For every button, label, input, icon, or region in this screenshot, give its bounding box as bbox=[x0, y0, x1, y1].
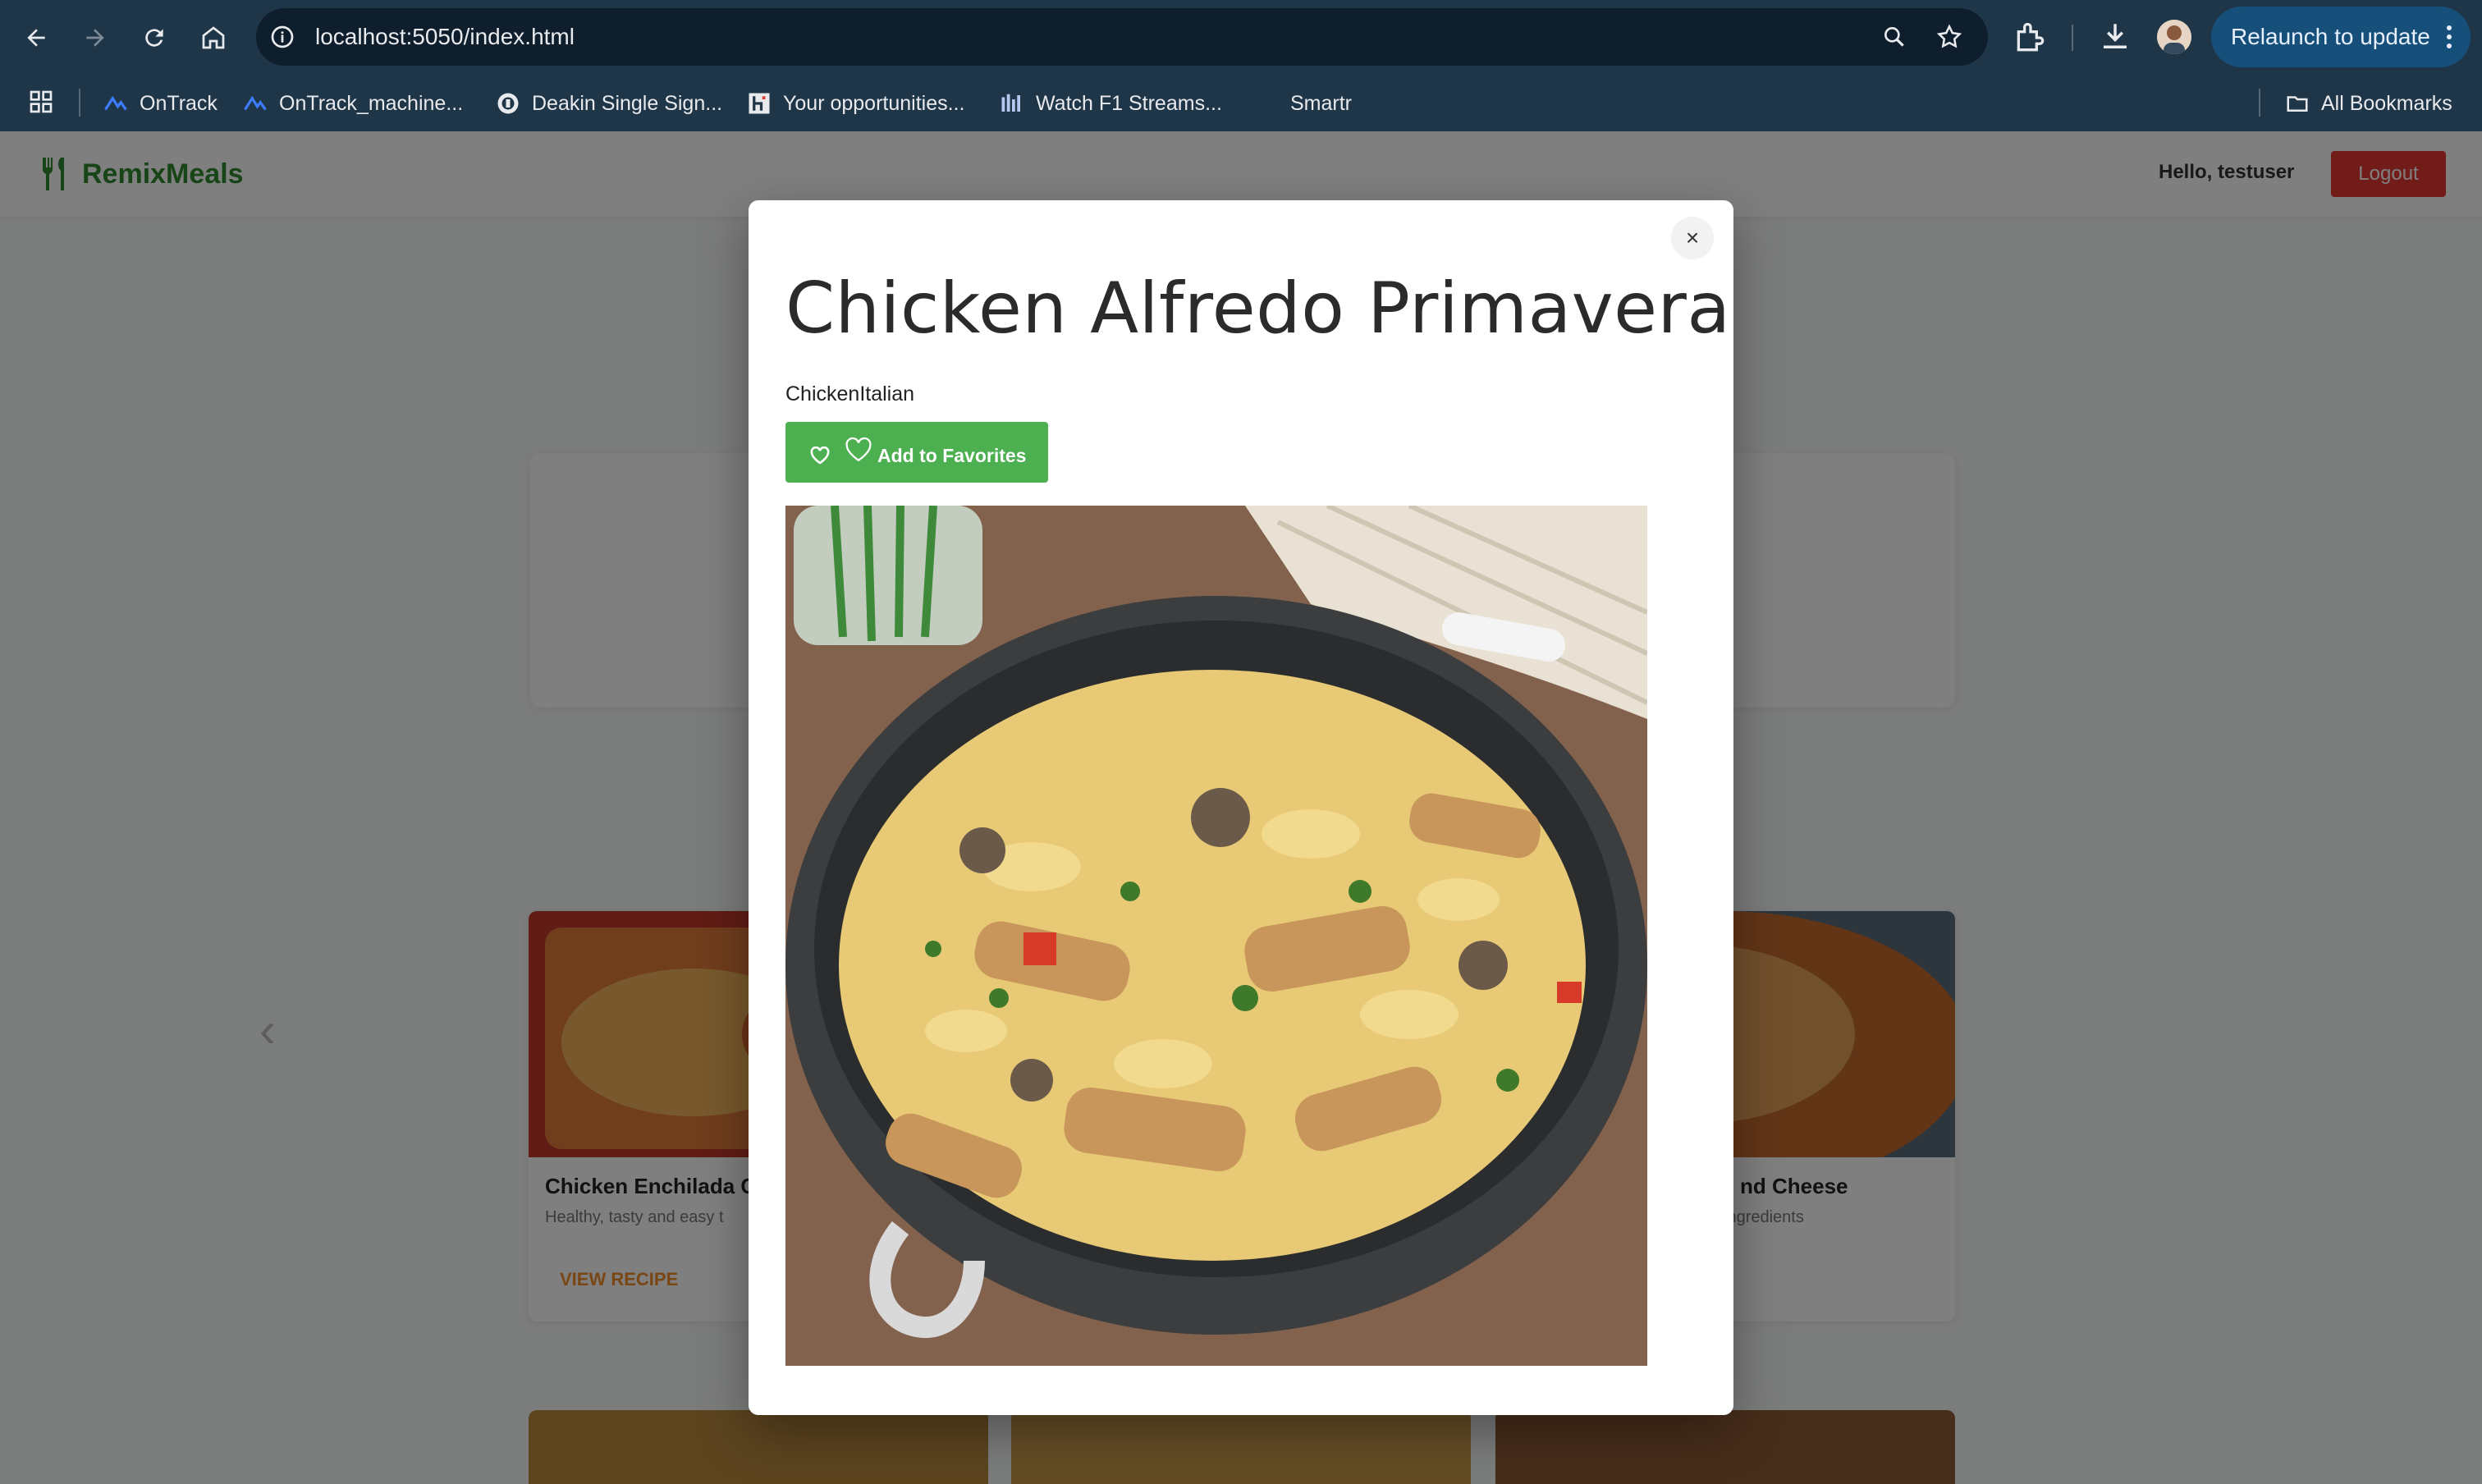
ontrack-icon bbox=[103, 91, 128, 116]
profile-avatar[interactable] bbox=[2157, 20, 2191, 54]
avatar-icon bbox=[2157, 20, 2191, 54]
heart-icon bbox=[810, 447, 830, 465]
forward-button[interactable] bbox=[76, 18, 115, 57]
arrow-right-icon bbox=[86, 29, 104, 47]
arrow-left-icon bbox=[27, 29, 45, 47]
recipe-modal: × Chicken Alfredo Primavera ChickenItali… bbox=[749, 200, 1733, 1415]
bookmark-opportunities[interactable]: Your opportunities... bbox=[747, 89, 964, 118]
favorite-label: Add to Favorites bbox=[877, 445, 1027, 466]
zoom-icon[interactable] bbox=[1881, 24, 1907, 50]
close-button[interactable]: × bbox=[1671, 217, 1714, 259]
bookmark-deakin-sso[interactable]: Deakin Single Sign... bbox=[496, 89, 722, 118]
f1-streams-icon bbox=[1000, 91, 1024, 116]
recipe-title: Chicken Alfredo Primavera bbox=[785, 268, 1731, 350]
bookmarks-bar: OnTrack OnTrack_machine... Deakin Single… bbox=[0, 76, 2482, 131]
toolbar-divider bbox=[2072, 25, 2073, 51]
relaunch-button[interactable]: Relaunch to update bbox=[2211, 7, 2471, 67]
more-menu-icon[interactable] bbox=[2446, 25, 2452, 49]
address-bar[interactable]: localhost:5050/index.html bbox=[256, 8, 1988, 66]
add-to-favorites-button[interactable]: Add to Favorites bbox=[785, 422, 1048, 483]
recipe-tags: ChickenItalian bbox=[785, 382, 915, 405]
extensions-icon[interactable] bbox=[2013, 20, 2049, 56]
download-icon[interactable] bbox=[2098, 20, 2132, 54]
handshake-icon bbox=[747, 91, 772, 116]
bookmark-smartr[interactable]: Smartr bbox=[1290, 89, 1352, 118]
relaunch-label: Relaunch to update bbox=[2231, 24, 2430, 49]
bookmark-star-icon[interactable] bbox=[1935, 23, 1963, 51]
ontrack-icon bbox=[243, 91, 268, 116]
back-button[interactable] bbox=[16, 18, 56, 57]
bookmark-ontrack-machine[interactable]: OnTrack_machine... bbox=[243, 89, 463, 118]
folder-icon bbox=[2285, 91, 2310, 116]
site-info-icon[interactable] bbox=[269, 24, 295, 50]
bookmark-f1-streams[interactable]: Watch F1 Streams... bbox=[1000, 89, 1222, 118]
home-icon bbox=[202, 26, 225, 49]
bookmark-ontrack[interactable]: OnTrack bbox=[103, 89, 218, 118]
recipe-image bbox=[785, 506, 1647, 1366]
reload-button[interactable] bbox=[135, 18, 174, 57]
url-text[interactable]: localhost:5050/index.html bbox=[315, 8, 575, 66]
reload-icon bbox=[145, 29, 163, 47]
home-button[interactable] bbox=[194, 18, 233, 57]
bookmark-divider bbox=[2259, 89, 2260, 117]
heart-outline-icon bbox=[845, 437, 872, 462]
all-bookmarks-button[interactable]: All Bookmarks bbox=[2285, 89, 2452, 118]
deakin-icon bbox=[496, 91, 520, 116]
